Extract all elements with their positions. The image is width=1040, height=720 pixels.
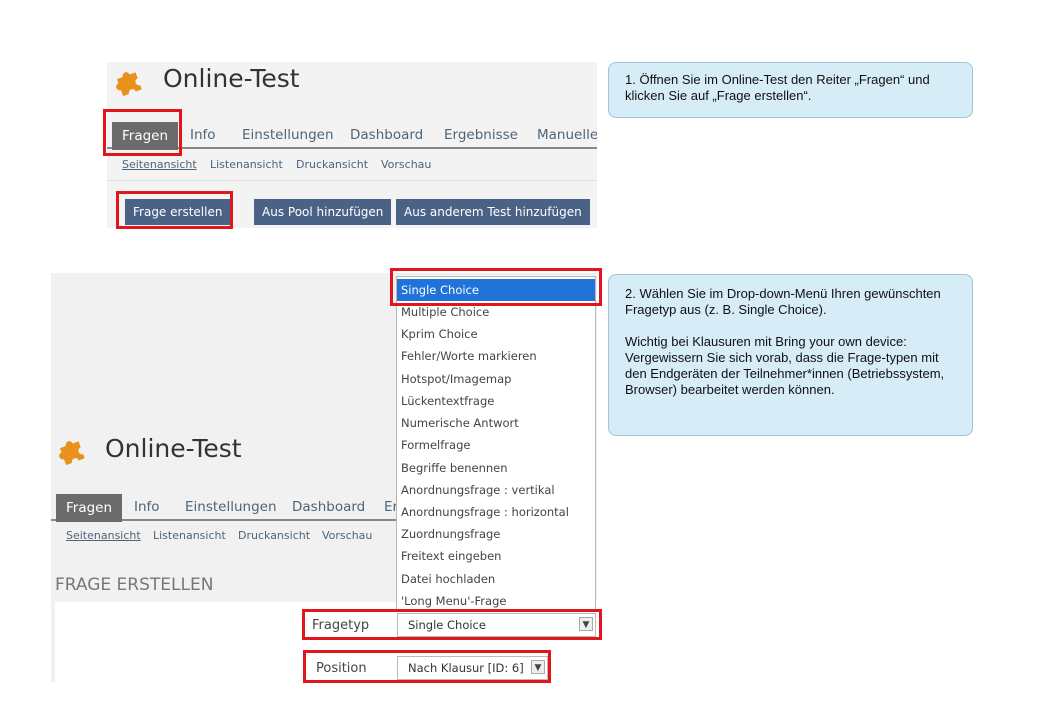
puzzle-piece-icon [59,441,85,466]
subnav-listenansicht[interactable]: Listenansicht [153,529,226,542]
tab-einstellungen[interactable]: Einstellungen [185,499,277,515]
callout-text: 1. Öffnen Sie im Online-Test den Reiter … [625,72,930,103]
tab-info[interactable]: Info [134,499,160,515]
dropdown-option[interactable]: Begriffe benennen [401,461,508,475]
tab-dashboard[interactable]: Dashboard [350,127,423,143]
dropdown-option[interactable]: Multiple Choice [401,305,489,319]
subnav-vorschau[interactable]: Vorschau [381,158,431,171]
highlight-box-single-choice [390,268,602,306]
tab-fragen[interactable]: Fragen [56,494,123,522]
tab-manuelle[interactable]: Manuelle [537,127,597,143]
dropdown-option[interactable]: 'Long Menu'-Frage [401,594,506,608]
dropdown-option[interactable]: Formelfrage [401,438,470,452]
tab-dashboard[interactable]: Dashboard [292,499,365,515]
aus-anderem-test-hinzufuegen-button[interactable]: Aus anderem Test hinzufügen [396,199,590,225]
fragetyp-dropdown-list[interactable]: Single Choice Multiple Choice Kprim Choi… [396,276,596,610]
subnav-listenansicht[interactable]: Listenansicht [210,158,283,171]
dropdown-option[interactable]: Hotspot/Imagemap [401,372,511,386]
subnav-seitenansicht[interactable]: Seitenansicht [122,158,197,171]
app-title: Online-Test [105,434,242,463]
tab-einstellungen[interactable]: Einstellungen [242,127,334,143]
dropdown-option[interactable]: Freitext eingeben [401,549,501,563]
subnav-seitenansicht[interactable]: Seitenansicht [66,529,141,542]
instruction-callout-step-1: 1. Öffnen Sie im Online-Test den Reiter … [608,62,973,118]
puzzle-piece-icon [116,72,142,97]
subnav-druckansicht[interactable]: Druckansicht [238,529,310,542]
dropdown-option[interactable]: Anordnungsfrage : horizontal [401,505,569,519]
callout-note: Wichtig bei Klausuren mit Bring your own… [625,334,945,397]
subnav-vorschau[interactable]: Vorschau [322,529,372,542]
highlight-box-position [303,650,551,683]
subnav-druckansicht[interactable]: Druckansicht [296,158,368,171]
dropdown-option[interactable]: Kprim Choice [401,327,478,341]
highlight-box-fragetyp [302,609,602,640]
aus-pool-hinzufuegen-button[interactable]: Aus Pool hinzufügen [254,199,392,225]
dropdown-option[interactable]: Lückentextfrage [401,394,494,408]
dropdown-option[interactable]: Anordnungsfrage : vertikal [401,483,555,497]
dropdown-option[interactable]: Fehler/Worte markieren [401,349,537,363]
tab-info[interactable]: Info [190,127,216,143]
dropdown-option[interactable]: Datei hochladen [401,572,495,586]
highlight-box-fragen-tab [103,109,182,156]
tab-ergebnisse[interactable]: Ergebnisse [444,127,518,143]
highlight-box-frage-erstellen [116,191,233,229]
callout-text: 2. Wählen Sie im Drop-down-Menü Ihren ge… [625,286,941,317]
section-heading: FRAGE ERSTELLEN [55,575,214,595]
dropdown-option[interactable]: Zuordnungsfrage [401,527,500,541]
instruction-callout-step-2: 2. Wählen Sie im Drop-down-Menü Ihren ge… [608,274,973,436]
divider [107,180,597,181]
app-title: Online-Test [163,64,300,93]
dropdown-option[interactable]: Numerische Antwort [401,416,519,430]
